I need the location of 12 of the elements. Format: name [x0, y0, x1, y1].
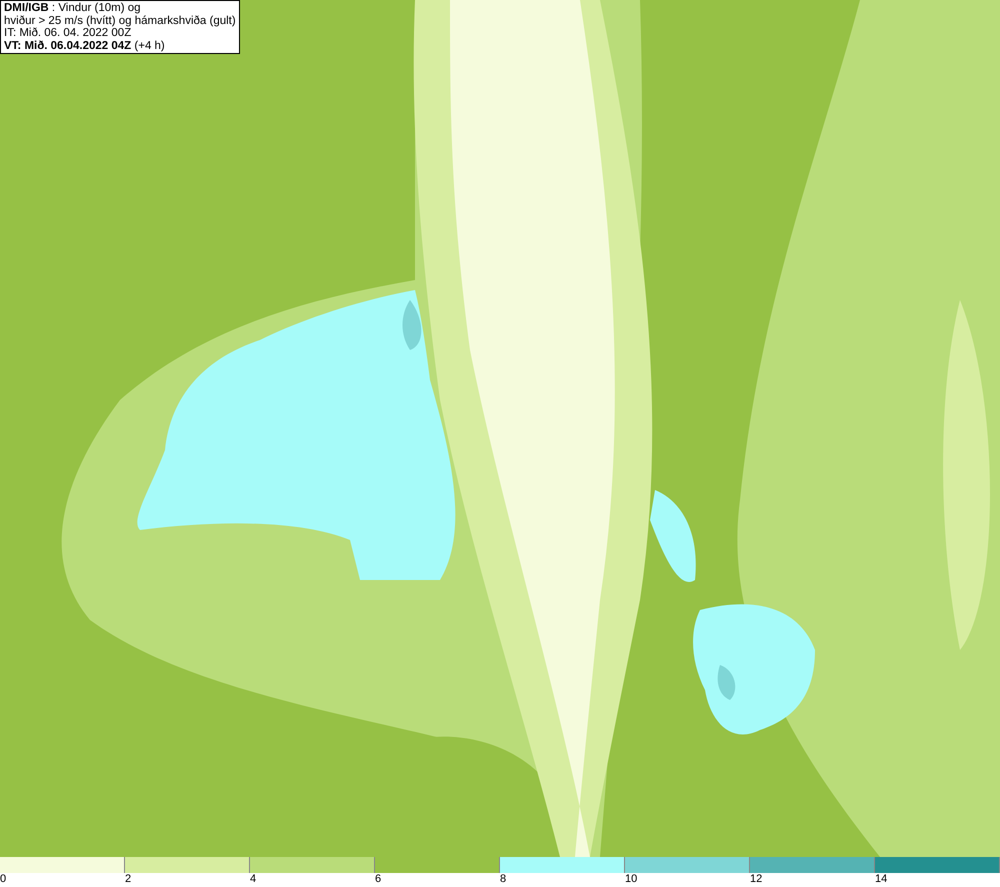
info-line: VT: Mið. 06.04.2022 04Z (+4 h) — [4, 40, 166, 52]
legend-label: 2 — [125, 873, 132, 885]
legend-label: 8 — [500, 873, 506, 885]
info-line: hviður > 25 m/s (hvítt) og hámarkshviða (gult) — [4, 14, 236, 27]
legend-label: 10 — [625, 873, 638, 885]
info-line: IT: Mið. 06. 04. 2022 00Z — [4, 27, 132, 40]
legend-label: 6 — [375, 873, 382, 885]
legend-label: 12 — [750, 873, 762, 885]
legend-label: 4 — [250, 873, 256, 885]
legend-label: 0 — [0, 873, 6, 885]
info-line: DMI/IGB : Vindur (10m) og — [4, 2, 142, 14]
legend-label: 14 — [875, 873, 888, 885]
